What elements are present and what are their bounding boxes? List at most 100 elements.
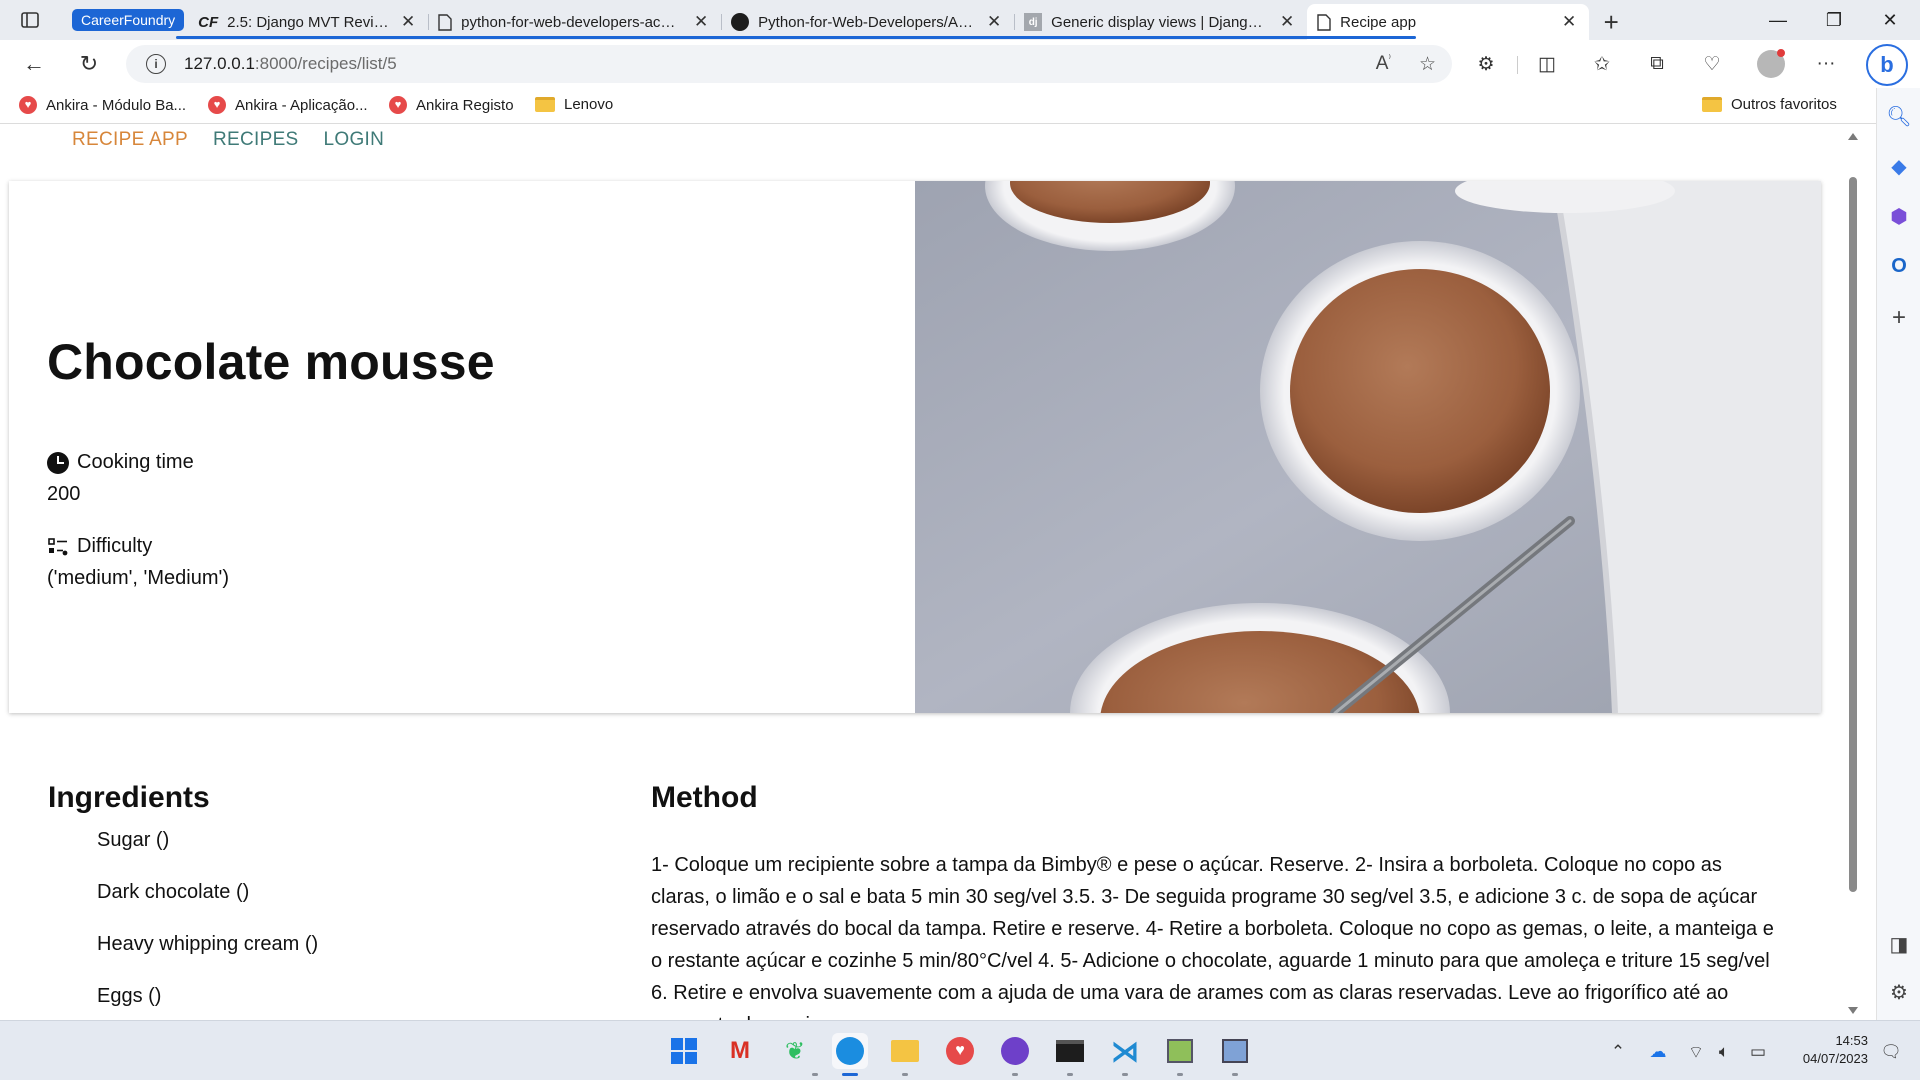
copilot-button[interactable]: b — [1866, 44, 1908, 86]
django-icon: dj — [1024, 13, 1043, 31]
gmail-app[interactable]: M — [722, 1033, 758, 1069]
outlook-icon[interactable]: O — [1885, 252, 1913, 280]
microsoft-365-icon[interactable]: ⬢ — [1885, 202, 1913, 230]
restore-button[interactable]: ❐ — [1806, 0, 1862, 40]
scroll-up-arrow[interactable] — [1848, 133, 1858, 140]
browser-essentials-icon[interactable]: ♡ — [1698, 50, 1726, 78]
edge-icon — [836, 1037, 864, 1065]
app-indicator — [1232, 1073, 1238, 1076]
collections-icon[interactable]: ⧉ — [1643, 50, 1671, 78]
plus-icon: + — [1603, 6, 1619, 37]
battery-icon[interactable]: ▭ — [1745, 1039, 1771, 1065]
browser-toolbar: ← ↻ i 127.0.0.1:8000/recipes/list/5 A⁾ ☆… — [0, 40, 1920, 88]
info-icon[interactable]: i — [146, 54, 166, 74]
close-icon[interactable]: ✕ — [398, 12, 418, 32]
scroll-down-arrow[interactable] — [1848, 1007, 1858, 1014]
page-scrollbar[interactable] — [1836, 125, 1876, 1020]
ingredient-item: Heavy whipping cream () — [97, 933, 319, 955]
new-tab-button[interactable]: + — [1589, 6, 1633, 38]
bookmark-label: Ankira Registo — [416, 96, 514, 114]
heart-icon: ♥ — [19, 96, 37, 114]
evernote-icon: ❦ — [784, 1037, 806, 1065]
split-screen-icon[interactable]: ◫ — [1533, 50, 1561, 78]
bookmark-item[interactable]: ♥ Ankira - Módulo Ba... — [19, 96, 186, 114]
nav-recipes-link[interactable]: RECIPES — [213, 129, 299, 151]
edge-app[interactable] — [832, 1033, 868, 1069]
other-favorites-label: Outros favoritos — [1731, 96, 1837, 113]
tab-strip: CareerFoundry CF 2.5: Django MVT Revisit… — [0, 0, 1920, 40]
reload-icon: ↻ — [79, 51, 99, 76]
tab-label: python-for-web-developers-achievement-2 — [461, 13, 682, 31]
github-desktop-app[interactable] — [997, 1033, 1033, 1069]
scroll-thumb[interactable] — [1849, 177, 1857, 892]
favorites-icon[interactable]: ✩ — [1588, 50, 1616, 78]
bookmark-item[interactable]: ♥ Ankira Registo — [389, 96, 514, 114]
page-viewport: RECIPE APP RECIPES LOGIN Chocolate mouss… — [0, 125, 1836, 1020]
image-icon — [1167, 1039, 1193, 1063]
file-explorer-app[interactable] — [887, 1033, 923, 1069]
tab-recipe-app[interactable]: Recipe app ✕ — [1307, 4, 1590, 40]
star-icon[interactable]: ☆ — [1419, 53, 1436, 76]
close-icon[interactable]: ✕ — [1277, 12, 1297, 32]
brand-link[interactable]: RECIPE APP — [72, 129, 188, 151]
method-heading: Method — [651, 781, 758, 814]
app-indicator — [1012, 1073, 1018, 1076]
close-window-button[interactable]: ✕ — [1862, 0, 1918, 40]
back-button[interactable]: ← — [17, 48, 51, 80]
image-viewer-app[interactable] — [1162, 1033, 1198, 1069]
tab-github[interactable]: Python-for-Web-Developers/Achievement-2 … — [721, 6, 1014, 38]
notifications-icon[interactable]: 🗨︎ — [1878, 1039, 1904, 1065]
chevron-up-icon[interactable]: ⌃ — [1605, 1039, 1631, 1065]
recipe-photo — [915, 181, 1821, 713]
difficulty-value: ('medium', 'Medium') — [47, 567, 229, 589]
bing-icon: b — [1880, 52, 1894, 77]
volume-icon[interactable]: 🔈︎ — [1711, 1039, 1737, 1065]
page-icon — [438, 13, 452, 31]
other-favorites-folder[interactable]: Outros favoritos — [1702, 96, 1837, 113]
app-indicator — [902, 1073, 908, 1076]
onedrive-icon[interactable]: ☁ — [1645, 1039, 1671, 1065]
cooking-time-label-row: Cooking time — [47, 451, 194, 474]
tab-group-label[interactable]: CareerFoundry — [72, 9, 185, 31]
reload-button[interactable]: ↻ — [72, 48, 106, 80]
bookmark-label: Ankira - Aplicação... — [235, 96, 368, 114]
url-path: :8000/recipes/list/5 — [254, 54, 397, 73]
bookmark-folder[interactable]: Lenovo — [535, 96, 613, 113]
system-clock[interactable]: 14:53 04/07/2023 — [1786, 1032, 1868, 1068]
tab-actions-icon — [21, 12, 39, 28]
app-indicator-active — [842, 1073, 858, 1076]
settings-icon[interactable]: ⚙ — [1885, 978, 1913, 1006]
snipping-tool-app[interactable] — [1217, 1033, 1253, 1069]
more-options-icon[interactable]: ··· — [1812, 50, 1840, 78]
wifi-icon[interactable]: ⌔ — [1683, 1039, 1709, 1065]
heart-icon: ♥ — [389, 96, 407, 114]
plus-icon[interactable]: + — [1885, 304, 1913, 332]
url-text[interactable]: 127.0.0.1:8000/recipes/list/5 — [184, 54, 397, 74]
tab-actions-button[interactable] — [0, 0, 60, 40]
anki-app[interactable]: ♥ — [942, 1033, 978, 1069]
start-button[interactable] — [666, 1033, 702, 1069]
tab-django-docs[interactable]: dj Generic display views | Django docume… — [1014, 6, 1307, 38]
address-bar[interactable]: i 127.0.0.1:8000/recipes/list/5 A⁾ ☆ — [126, 45, 1452, 83]
app-indicator — [1122, 1073, 1128, 1076]
tab-python-achievement[interactable]: python-for-web-developers-achievement-2 … — [428, 6, 721, 38]
shopping-icon[interactable]: ◆ — [1885, 152, 1913, 180]
nav-login-link[interactable]: LOGIN — [324, 129, 385, 151]
bookmark-label: Ankira - Módulo Ba... — [46, 96, 187, 114]
close-icon[interactable]: ✕ — [984, 12, 1004, 32]
extensions-icon[interactable]: ⚙ — [1472, 50, 1500, 78]
search-icon[interactable]: 🔍︎ — [1885, 102, 1913, 130]
tab-django-mvt[interactable]: CF 2.5: Django MVT Revisited ✕ — [188, 6, 428, 38]
folder-icon — [535, 97, 555, 112]
evernote-app[interactable]: ❦ — [777, 1033, 813, 1069]
close-icon[interactable]: ✕ — [1559, 12, 1579, 32]
minimize-button[interactable]: — — [1750, 0, 1806, 40]
clock-time: 14:53 — [1835, 1033, 1868, 1048]
sidebar-toggle-icon[interactable]: ◨ — [1885, 930, 1913, 958]
read-aloud-icon[interactable]: A⁾ — [1376, 53, 1391, 76]
bookmark-item[interactable]: ♥ Ankira - Aplicação... — [208, 96, 368, 114]
vscode-app[interactable]: ⋊ — [1107, 1033, 1143, 1069]
heart-icon: ♥ — [946, 1037, 974, 1065]
close-icon[interactable]: ✕ — [691, 12, 711, 32]
terminal-app[interactable] — [1052, 1033, 1088, 1069]
